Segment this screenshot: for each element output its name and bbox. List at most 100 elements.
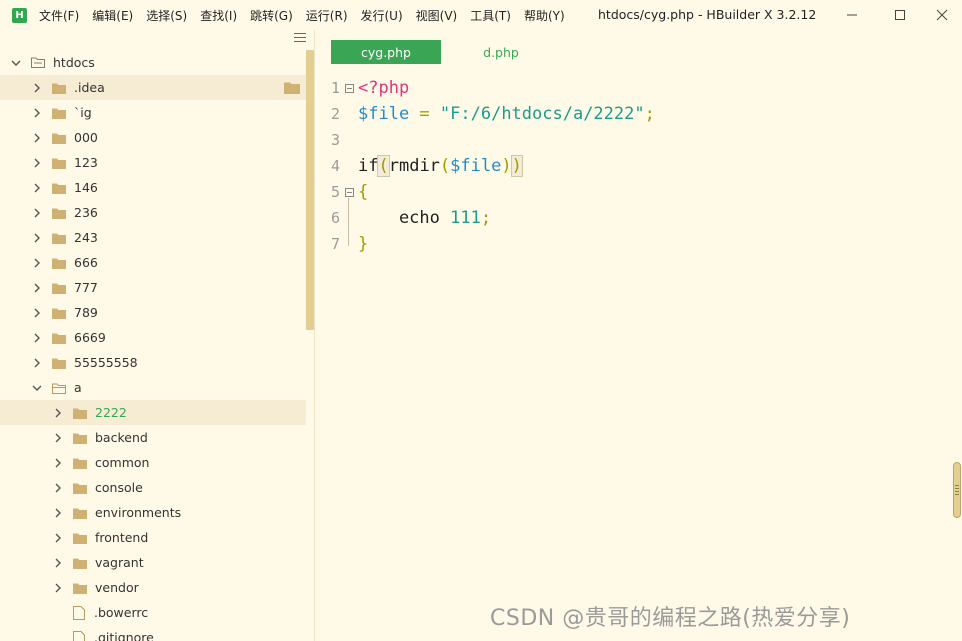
chevron-right-icon[interactable]: [53, 483, 63, 493]
tree-item[interactable]: vendor: [0, 575, 306, 600]
code-line: 5 {: [316, 179, 946, 205]
tree-item[interactable]: backend: [0, 425, 306, 450]
folder-icon: [73, 532, 87, 544]
tree-item[interactable]: 789: [0, 300, 306, 325]
chevron-right-icon[interactable]: [32, 308, 42, 318]
csdn-watermark: CSDN @贵哥的编程之路(热爱分享): [490, 606, 851, 631]
tree-item-label: 146: [74, 180, 98, 195]
menu-item[interactable]: 视图(V): [416, 7, 458, 24]
tree-item[interactable]: 123: [0, 150, 306, 175]
folder-icon: [52, 182, 66, 194]
tree-item[interactable]: frontend: [0, 525, 306, 550]
tree-item[interactable]: environments: [0, 500, 306, 525]
chevron-right-icon[interactable]: [32, 333, 42, 343]
tree-item-label: 789: [74, 305, 98, 320]
tab-d-php[interactable]: d.php: [446, 40, 556, 64]
minimize-button[interactable]: [842, 5, 862, 25]
chevron-right-icon[interactable]: [53, 508, 63, 518]
code-token-var: $file: [450, 156, 502, 176]
folder-icon: [73, 582, 87, 594]
chevron-right-icon[interactable]: [32, 233, 42, 243]
tree-item[interactable]: `ig: [0, 100, 306, 125]
tree-item[interactable]: .gitignore: [0, 625, 306, 641]
tree-item[interactable]: common: [0, 450, 306, 475]
menu-item[interactable]: 跳转(G): [250, 7, 293, 24]
code-token-var: $file: [358, 104, 410, 124]
chevron-right-icon[interactable]: [53, 458, 63, 468]
tree-item[interactable]: .idea: [0, 75, 306, 100]
tree-item[interactable]: 55555558: [0, 350, 306, 375]
chevron-right-icon[interactable]: [53, 583, 63, 593]
chevron-right-icon[interactable]: [32, 133, 42, 143]
folder-open-icon: [52, 382, 66, 394]
code-editor[interactable]: 1 <?php 2 $file = "F:/6/htdocs/a/2222"; …: [316, 70, 962, 641]
code-token-eq: =: [409, 104, 440, 124]
code-line: 1 <?php: [316, 75, 946, 101]
minimize-icon: [847, 14, 857, 16]
window-title: htdocs/cyg.php - HBuilder X 3.2.12: [598, 7, 817, 22]
chevron-right-icon[interactable]: [32, 108, 42, 118]
folder-icon: [52, 157, 66, 169]
chevron-down-icon[interactable]: [32, 383, 42, 393]
chevron-right-icon[interactable]: [32, 183, 42, 193]
open-folder-action-icon[interactable]: [284, 82, 300, 94]
tree-item[interactable]: 777: [0, 275, 306, 300]
chevron-down-icon[interactable]: [11, 58, 21, 68]
sidebar-scrollbar[interactable]: [306, 50, 314, 330]
tree-item-label: a: [74, 380, 82, 395]
fold-minus-icon[interactable]: [340, 187, 358, 197]
menu-item[interactable]: 查找(I): [200, 7, 237, 24]
tree-item-label: .bowerrc: [94, 605, 149, 620]
tree-item[interactable]: 000: [0, 125, 306, 150]
php-open-tag: <?php: [358, 78, 410, 98]
menu-item[interactable]: 编辑(E): [92, 7, 133, 24]
chevron-right-icon[interactable]: [53, 558, 63, 568]
chevron-right-icon[interactable]: [53, 408, 63, 418]
tree-item-label: .gitignore: [94, 630, 154, 641]
tree-item[interactable]: console: [0, 475, 306, 500]
close-button[interactable]: [932, 5, 952, 25]
code-token-paren: ): [501, 156, 512, 176]
line-number: 4: [330, 157, 340, 175]
fold-minus-icon[interactable]: [340, 83, 358, 93]
tab-cyg-php[interactable]: cyg.php: [331, 40, 441, 64]
tree-item[interactable]: 6669: [0, 325, 306, 350]
folder-icon: [52, 82, 66, 94]
maximize-button[interactable]: [890, 5, 910, 25]
menu-item[interactable]: 工具(T): [470, 7, 511, 24]
chevron-right-icon[interactable]: [32, 208, 42, 218]
editor-scrollbar-thumb[interactable]: [953, 462, 961, 518]
tree-item-label: console: [95, 480, 143, 495]
tree-item[interactable]: 2222: [0, 400, 306, 425]
tree-item[interactable]: .bowerrc: [0, 600, 306, 625]
chevron-right-icon[interactable]: [53, 533, 63, 543]
tree-item[interactable]: 666: [0, 250, 306, 275]
maximize-icon: [895, 10, 905, 20]
menu-item[interactable]: 发行(U): [361, 7, 403, 24]
chevron-right-icon[interactable]: [32, 83, 42, 93]
code-token-semicolon: ;: [480, 208, 492, 228]
close-icon: [936, 9, 948, 21]
tree-item[interactable]: vagrant: [0, 550, 306, 575]
menu-item[interactable]: 运行(R): [306, 7, 348, 24]
line-number: 7: [330, 235, 340, 253]
tree-item[interactable]: a: [0, 375, 306, 400]
folder-icon: [52, 282, 66, 294]
hamburger-menu-icon[interactable]: [294, 33, 306, 43]
chevron-right-icon[interactable]: [32, 158, 42, 168]
chevron-right-icon[interactable]: [53, 433, 63, 443]
tree-root-htdocs[interactable]: htdocs: [0, 50, 306, 75]
chevron-right-icon[interactable]: [32, 258, 42, 268]
tree-item[interactable]: 243: [0, 225, 306, 250]
tree-root-label: htdocs: [53, 55, 95, 70]
chevron-right-icon[interactable]: [32, 358, 42, 368]
tree-item-label: common: [95, 455, 150, 470]
code-token-string: "F:/6/htdocs/a/2222": [439, 104, 645, 124]
tree-item[interactable]: 236: [0, 200, 306, 225]
tree-item[interactable]: 146: [0, 175, 306, 200]
chevron-right-icon[interactable]: [32, 283, 42, 293]
menu-item[interactable]: 帮助(Y): [524, 7, 565, 24]
menu-item[interactable]: 文件(F): [39, 7, 79, 24]
folder-icon: [73, 482, 87, 494]
menu-item[interactable]: 选择(S): [146, 7, 187, 24]
